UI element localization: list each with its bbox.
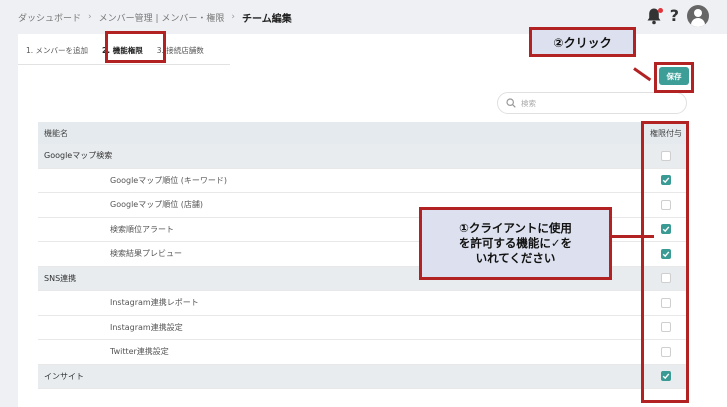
tab-add-member[interactable]: 1. メンバーを追加 [18, 45, 94, 64]
row-label: Googleマップ順位 (店舗) [110, 200, 203, 210]
page: ダッシュボード › メンバー管理 | メンバー・権限 › チーム編集 ? 1. … [0, 0, 727, 407]
row-label: Instagram連携設定 [110, 322, 183, 332]
row-label: Googleマップ順位 (キーワード) [110, 175, 227, 185]
table-row: Googleマップ順位 (キーワード) [38, 169, 688, 193]
top-icons: ? [646, 5, 709, 27]
search-icon [506, 98, 516, 108]
breadcrumb-separator: › [231, 12, 235, 22]
column-header-name: 機能名 [44, 128, 68, 138]
tab-highlight [105, 31, 166, 63]
table-header: 機能名 権限付与 [38, 122, 688, 144]
table-group-row: インサイト [38, 364, 688, 389]
table-group-row: Googleマップ検索 [38, 144, 688, 169]
table-row: Instagram連携設定 [38, 316, 688, 340]
step1-callout: ①クライアントに使用 を許可する機能に✓を いれてください [419, 207, 612, 280]
avatar[interactable] [687, 5, 709, 27]
notification-dot [657, 8, 663, 13]
tabs-divider [18, 64, 230, 65]
help-icon[interactable]: ? [670, 7, 679, 25]
breadcrumb-dashboard[interactable]: ダッシュボード [18, 11, 81, 24]
step2-callout: ②クリック [529, 27, 636, 57]
bell-icon[interactable] [646, 7, 663, 25]
row-label: Twitter連携設定 [110, 347, 169, 357]
step1-line-1: ①クライアントに使用 [459, 221, 572, 236]
save-highlight [654, 62, 694, 93]
step1-line-2: を許可する機能に✓を [458, 236, 573, 251]
row-label: SNS連携 [44, 273, 77, 283]
row-label: Googleマップ検索 [44, 151, 113, 161]
row-label: インサイト [44, 371, 84, 381]
breadcrumb-separator: › [88, 12, 92, 22]
breadcrumb-current: チーム編集 [242, 13, 292, 25]
row-label: Instagram連携レポート [110, 298, 199, 308]
main-card: 1. メンバーを追加 2. 機能権限 3. 接続店舗数 保存 機能名 権限付与 … [18, 34, 727, 407]
breadcrumb-member-management[interactable]: メンバー管理 | メンバー・権限 [99, 11, 225, 24]
table-row: Instagram連携レポート [38, 291, 688, 316]
row-label: 検索結果プレビュー [110, 249, 182, 259]
step1-line-3: いれてください [475, 250, 556, 265]
row-label: 検索順位アラート [110, 224, 174, 234]
search-input[interactable] [521, 98, 671, 108]
search-box[interactable] [497, 92, 687, 114]
permission-column-highlight [641, 121, 689, 403]
table-row: Twitter連携設定 [38, 340, 688, 365]
callout-connector [612, 235, 654, 238]
